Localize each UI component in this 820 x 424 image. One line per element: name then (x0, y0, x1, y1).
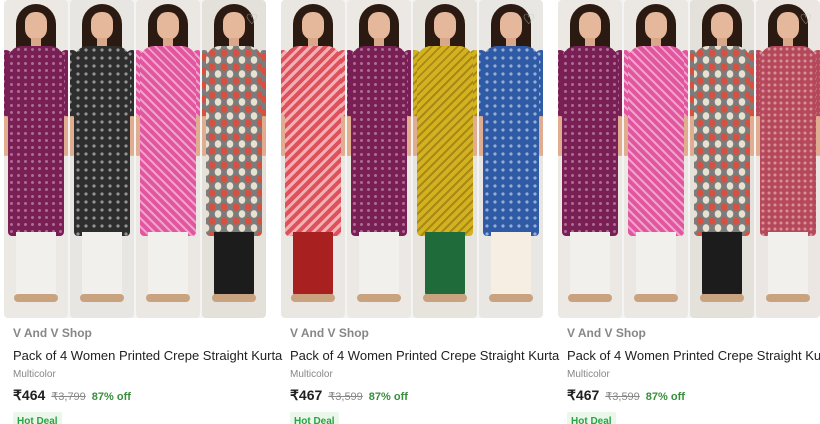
discount-label: 87% off (91, 391, 131, 403)
product-card[interactable]: ♡ V And V Shop Pack of 4 Women Printed C… (281, 0, 559, 424)
product-image[interactable]: ♡ (281, 0, 543, 318)
brand-name: V And V Shop (13, 326, 92, 340)
product-info: V And V Shop Pack of 4 Women Printed Cre… (13, 326, 282, 424)
model-photo (136, 0, 200, 318)
model-photo (690, 0, 754, 318)
model-photo (413, 0, 477, 318)
product-color: Multicolor (290, 369, 333, 380)
product-title[interactable]: Pack of 4 Women Printed Crepe Straight K… (567, 348, 820, 364)
price-row: ₹467 ₹3,599 87% off (567, 387, 820, 403)
model-photo: ♡ (479, 0, 543, 318)
model-photo (624, 0, 688, 318)
heart-icon[interactable]: ♡ (245, 12, 258, 26)
model-photo (558, 0, 622, 318)
product-info: V And V Shop Pack of 4 Women Printed Cre… (567, 326, 820, 424)
product-image[interactable]: ♡ (558, 0, 820, 318)
brand-name: V And V Shop (290, 326, 369, 340)
product-card[interactable]: ♡ V And V Shop Pack of 4 Women Printed C… (4, 0, 282, 424)
hot-deal-badge: Hot Deal (290, 412, 339, 424)
model-photo: ♡ (756, 0, 820, 318)
product-card[interactable]: ♡ V And V Shop Pack of 4 Women Printed C… (558, 0, 820, 424)
product-title[interactable]: Pack of 4 Women Printed Crepe Straight K… (290, 348, 559, 364)
discount-label: 87% off (645, 391, 685, 403)
selling-price: ₹467 (567, 387, 600, 403)
product-image[interactable]: ♡ (4, 0, 266, 318)
hot-deal-badge: Hot Deal (567, 412, 616, 424)
hot-deal-badge: Hot Deal (13, 412, 62, 424)
model-photo (347, 0, 411, 318)
discount-label: 87% off (368, 391, 408, 403)
brand-name: V And V Shop (567, 326, 646, 340)
price-row: ₹467 ₹3,599 87% off (290, 387, 552, 403)
original-price: ₹3,799 (51, 391, 86, 403)
original-price: ₹3,599 (328, 391, 363, 403)
product-info: V And V Shop Pack of 4 Women Printed Cre… (290, 326, 559, 424)
product-color: Multicolor (567, 369, 610, 380)
heart-icon[interactable]: ♡ (799, 12, 812, 26)
price-row: ₹464 ₹3,799 87% off (13, 387, 275, 403)
product-title[interactable]: Pack of 4 Women Printed Crepe Straight K… (13, 348, 282, 364)
selling-price: ₹467 (290, 387, 323, 403)
original-price: ₹3,599 (605, 391, 640, 403)
heart-icon[interactable]: ♡ (522, 12, 535, 26)
model-photo (70, 0, 134, 318)
model-photo (281, 0, 345, 318)
product-color: Multicolor (13, 369, 56, 380)
model-photo: ♡ (202, 0, 266, 318)
selling-price: ₹464 (13, 387, 46, 403)
model-photo (4, 0, 68, 318)
product-grid: ♡ V And V Shop Pack of 4 Women Printed C… (0, 0, 820, 424)
